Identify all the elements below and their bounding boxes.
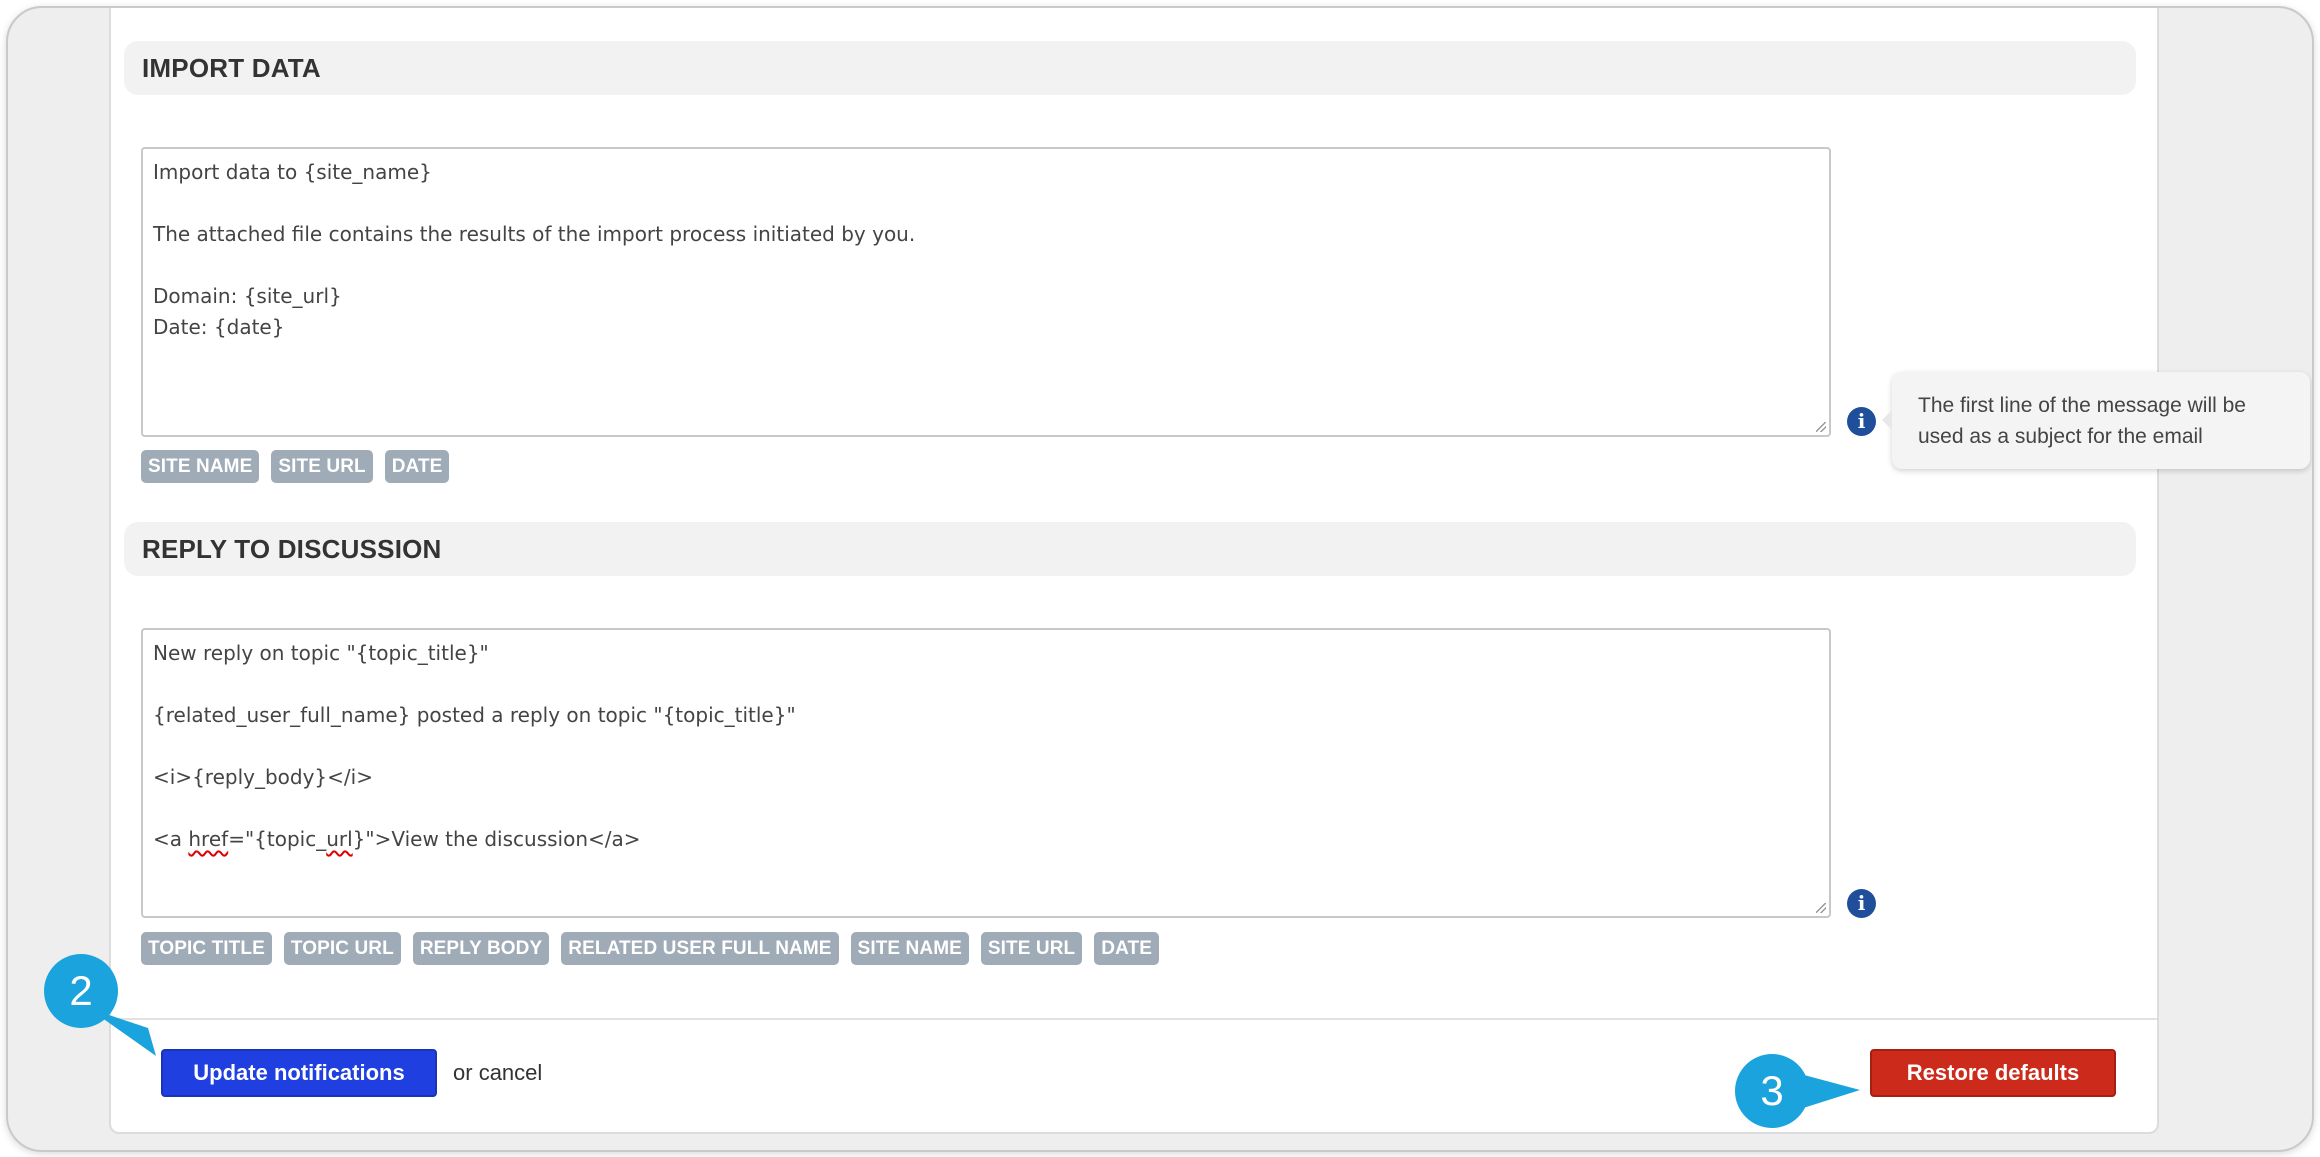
tag-reply-body[interactable]: REPLY BODY <box>412 932 550 965</box>
tag-date[interactable]: DATE <box>384 450 450 483</box>
import-line-2 <box>153 188 1819 219</box>
reply-to-discussion-template-textarea[interactable]: New reply on topic "{topic_title}" {rela… <box>141 628 1831 918</box>
tag-date[interactable]: DATE <box>1094 932 1159 965</box>
section-header-import-data: IMPORT DATA <box>124 41 2136 95</box>
notifications-panel: IMPORT DATA Import data to {site_name} T… <box>109 8 2159 1134</box>
import-line-4 <box>153 250 1819 281</box>
section-title-import-data: IMPORT DATA <box>142 52 321 83</box>
import-line-1: Import data to {site_name} <box>153 160 432 184</box>
reply-line-7: <a href="{topic_url}">View the discussio… <box>153 827 641 851</box>
section-header-reply-to-discussion: REPLY TO DISCUSSION <box>124 522 2136 576</box>
subject-line-tooltip: The first line of the message will be us… <box>1882 372 2310 469</box>
cancel-link-wrapper: or cancel <box>453 1060 542 1086</box>
tag-site-url[interactable]: SITE URL <box>980 932 1083 965</box>
info-icon[interactable]: i <box>1847 407 1876 436</box>
reply-to-discussion-placeholder-tags: TOPIC TITLE TOPIC URL REPLY BODY RELATED… <box>141 932 1159 965</box>
screenshot-frame: IMPORT DATA Import data to {site_name} T… <box>6 6 2314 1152</box>
resize-handle[interactable] <box>1816 903 1826 913</box>
spellcheck-word-href: href <box>188 827 229 851</box>
tooltip-text: The first line of the message will be us… <box>1918 394 2246 448</box>
reply-line-1: New reply on topic "{topic_title}" <box>153 641 489 665</box>
callout-step-3: 3 <box>1735 1054 1809 1128</box>
tag-topic-url[interactable]: TOPIC URL <box>283 932 401 965</box>
import-line-3: The attached file contains the results o… <box>153 222 916 246</box>
callout-step-2: 2 <box>44 954 118 1028</box>
reply-line-2 <box>153 669 1819 700</box>
tag-related-user-full-name[interactable]: RELATED USER FULL NAME <box>561 932 839 965</box>
tag-site-name[interactable]: SITE NAME <box>850 932 969 965</box>
reply-line-5: <i>{reply_body}</i> <box>153 765 373 789</box>
import-data-template-textarea[interactable]: Import data to {site_name} The attached … <box>141 147 1831 437</box>
restore-defaults-button[interactable]: Restore defaults <box>1870 1049 2116 1097</box>
cancel-link[interactable]: cancel <box>479 1060 543 1085</box>
resize-handle[interactable] <box>1816 422 1826 432</box>
info-icon[interactable]: i <box>1847 889 1876 918</box>
reply-line-3: {related_user_full_name} posted a reply … <box>153 703 796 727</box>
section-title-reply-to-discussion: REPLY TO DISCUSSION <box>142 533 442 564</box>
update-notifications-button[interactable]: Update notifications <box>161 1049 437 1097</box>
tag-site-name[interactable]: SITE NAME <box>141 450 260 483</box>
reply-line-6 <box>153 793 1819 824</box>
tag-topic-title[interactable]: TOPIC TITLE <box>141 932 272 965</box>
import-line-6: Date: {date} <box>153 315 285 339</box>
reply-line-4 <box>153 731 1819 762</box>
import-line-5: Domain: {site_url} <box>153 284 342 308</box>
tag-site-url[interactable]: SITE URL <box>271 450 373 483</box>
footer-divider <box>111 1018 2157 1020</box>
spellcheck-word-url: url <box>326 827 353 851</box>
import-data-placeholder-tags: SITE NAME SITE URL DATE <box>141 450 450 483</box>
or-text: or <box>453 1060 473 1085</box>
